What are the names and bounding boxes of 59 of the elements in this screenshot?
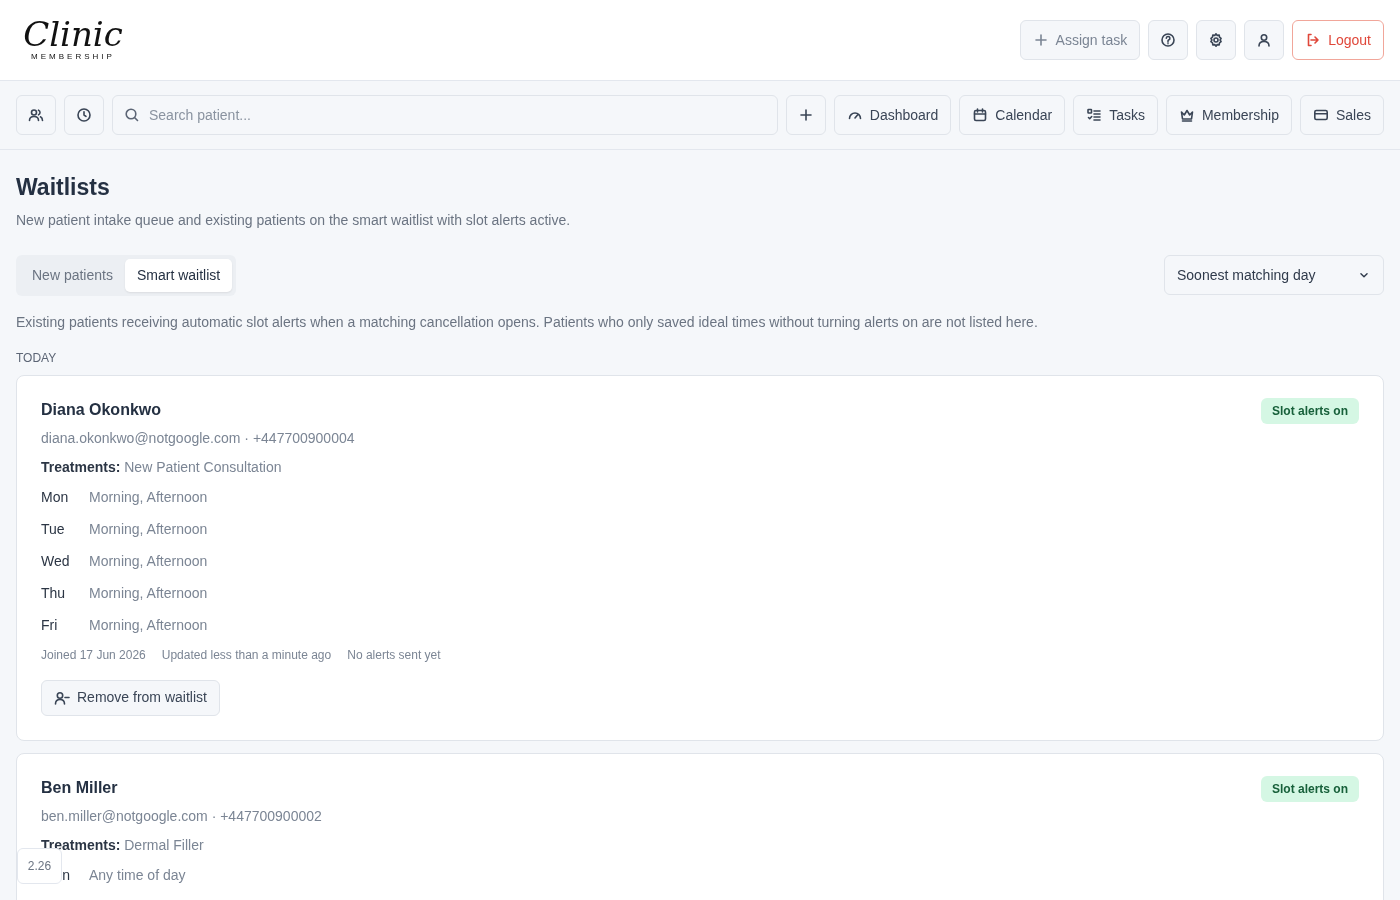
nav-button[interactable]: Sales (1299, 95, 1384, 135)
status-badge: Slot alerts on (1261, 397, 1359, 424)
tab[interactable]: Smart waitlist (124, 258, 233, 292)
day-label: Thu (41, 584, 67, 604)
time-preference: Morning, Afternoon (89, 584, 208, 604)
contact-info: ben.miller@notgoogle.com · +447700900002 (41, 806, 323, 826)
sort-dropdown[interactable]: Soonest matching day (1164, 255, 1384, 296)
status-badge: Slot alerts on (1261, 775, 1359, 802)
plus-icon (1032, 32, 1049, 48)
remove-button[interactable]: Remove from waitlist (41, 679, 220, 716)
users-icon (28, 107, 44, 123)
logout-icon (1305, 32, 1322, 48)
meta-text: Updated less than a minute ago (161, 646, 332, 664)
assign-task-button[interactable]: Assign task (1019, 20, 1141, 60)
info-text: Existing patients receiving automatic slot alerts when a matching cancellation opens. Patients who only saved ideal times without turning alerts on are not listed here. (16, 312, 1039, 332)
crown-icon (1178, 107, 1195, 123)
tab[interactable]: New patients (20, 258, 125, 292)
logo-subtitle: MEMBERSHIP (31, 51, 115, 63)
day-label: Fri (41, 616, 59, 636)
contact-info: diana.okonkwo@notgoogle.com · +447700900004 (41, 428, 356, 448)
settings-icon (1208, 32, 1225, 48)
help-button[interactable] (1148, 20, 1189, 60)
patient-name: Ben Miller (41, 777, 118, 798)
day-label: Mon (41, 488, 70, 508)
user-minus-icon (54, 689, 70, 706)
help-icon (1160, 32, 1177, 48)
nav-button[interactable]: Membership (1165, 95, 1292, 135)
add-button[interactable] (785, 95, 826, 135)
search-field[interactable]: Search patient... (112, 95, 778, 135)
credit-card-icon (1312, 107, 1329, 123)
patient-name: Diana Okonkwo (41, 399, 162, 420)
checklist-icon (1086, 107, 1103, 123)
page-title: Waitlists (16, 174, 111, 202)
users-button[interactable] (16, 95, 56, 135)
nav-button[interactable]: Dashboard (833, 95, 952, 135)
treatments-text: Treatments: New Patient Consultation (41, 457, 283, 477)
calendar-icon (972, 107, 989, 123)
logo-wordmark: Clinic (23, 17, 123, 51)
plus-icon (797, 107, 814, 123)
meta-text: No alerts sent yet (347, 646, 441, 664)
logout-button[interactable]: Logout (1292, 20, 1384, 60)
page-subtitle: New patient intake queue and existing patients on the smart waitlist with slot alerts active. (16, 210, 572, 230)
time-preference: Any time of day (89, 866, 186, 886)
time-preference: Morning, Afternoon (89, 616, 208, 636)
settings-button[interactable] (1196, 20, 1237, 60)
version-badge: 2.26 (17, 848, 62, 884)
nav-button[interactable]: Tasks (1073, 95, 1158, 135)
section-label: TODAY (16, 349, 58, 367)
day-label: Tue (41, 520, 66, 540)
time-preference: Morning, Afternoon (89, 488, 208, 508)
time-preference: Morning, Afternoon (89, 552, 208, 572)
user-icon (1256, 32, 1273, 48)
user-button[interactable] (1244, 20, 1285, 60)
time-preference: Morning, Afternoon (89, 520, 208, 540)
meta-text: Joined 17 Jun 2026 (41, 646, 146, 664)
day-label: Wed (41, 552, 71, 572)
clock-icon (76, 107, 92, 123)
clock-button[interactable] (64, 95, 104, 135)
nav-button[interactable]: Calendar (959, 95, 1066, 135)
